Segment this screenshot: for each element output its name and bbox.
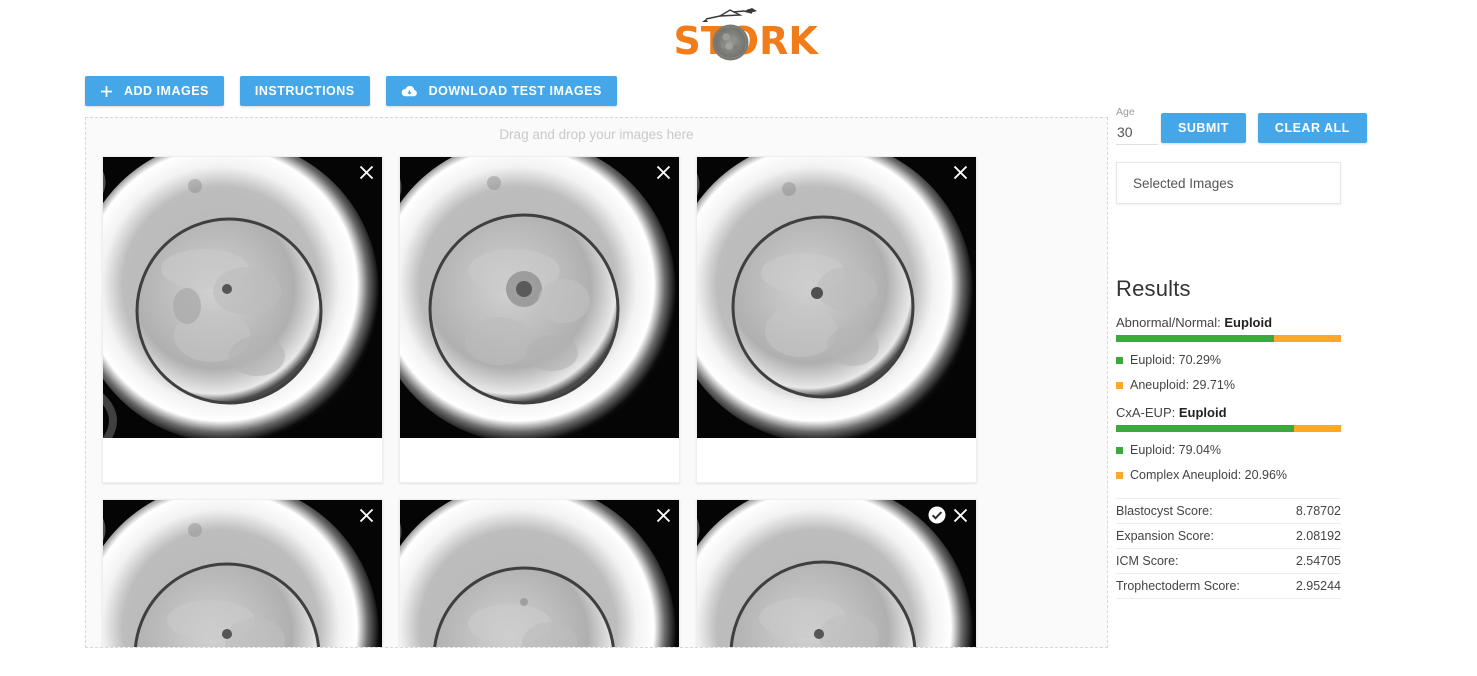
download-test-images-label: DOWNLOAD TEST IMAGES bbox=[428, 84, 602, 98]
close-icon[interactable] bbox=[950, 505, 970, 525]
legend-swatch bbox=[1116, 471, 1123, 479]
table-row: Trophectoderm Score: 2.95244 bbox=[1116, 574, 1341, 599]
result-bar-fill bbox=[1116, 335, 1275, 342]
image-grid bbox=[102, 156, 977, 647]
card-caption bbox=[697, 438, 976, 482]
right-panel: Age 30 SUBMIT CLEAR ALL Selected Images … bbox=[1116, 106, 1367, 599]
instructions-button[interactable]: INSTRUCTIONS bbox=[239, 76, 370, 106]
age-field[interactable]: Age 30 bbox=[1116, 106, 1158, 145]
result-bar-abnormal-normal bbox=[1116, 335, 1341, 342]
legend-swatch bbox=[1116, 356, 1123, 364]
legend-item: Aneuploid: 29.71% bbox=[1116, 378, 1341, 392]
app-logo: STORK bbox=[0, 6, 1477, 62]
image-card-selected[interactable] bbox=[696, 499, 977, 647]
image-dropzone[interactable]: Drag and drop your images here bbox=[85, 117, 1108, 648]
result-bar-fill bbox=[1116, 425, 1294, 432]
legend-item: Euploid: 79.04% bbox=[1116, 443, 1341, 457]
score-name: Expansion Score: bbox=[1116, 529, 1214, 543]
score-name: ICM Score: bbox=[1116, 554, 1179, 568]
legend-item: Complex Aneuploid: 20.96% bbox=[1116, 468, 1341, 482]
embryo-thumbnail[interactable] bbox=[103, 500, 382, 647]
embryo-image bbox=[400, 500, 679, 647]
image-card[interactable] bbox=[399, 499, 680, 647]
age-controls-row: Age 30 SUBMIT CLEAR ALL bbox=[1116, 106, 1367, 145]
image-card[interactable] bbox=[102, 499, 383, 647]
embryo-thumbnail[interactable] bbox=[400, 500, 679, 647]
card-caption-text bbox=[103, 438, 382, 452]
image-card[interactable] bbox=[399, 156, 680, 483]
table-row: ICM Score: 2.54705 bbox=[1116, 549, 1341, 574]
card-caption bbox=[400, 438, 679, 482]
embryo-image bbox=[103, 500, 382, 647]
plus-icon bbox=[100, 85, 113, 98]
card-caption bbox=[103, 438, 382, 482]
results-title: Results bbox=[1116, 276, 1191, 301]
dropzone-hint: Drag and drop your images here bbox=[499, 127, 694, 142]
logo-text: STORK bbox=[673, 19, 818, 63]
image-card[interactable] bbox=[696, 156, 977, 483]
legend-text: Aneuploid: 29.71% bbox=[1130, 378, 1235, 392]
embryo-image bbox=[697, 157, 976, 438]
cloud-download-icon bbox=[401, 85, 418, 98]
check-circle-icon[interactable] bbox=[928, 506, 946, 524]
table-row: Blastocyst Score: 8.78702 bbox=[1116, 498, 1341, 524]
embryo-thumbnail[interactable] bbox=[697, 500, 976, 647]
score-name: Trophectoderm Score: bbox=[1116, 579, 1240, 593]
table-row: Expansion Score: 2.08192 bbox=[1116, 524, 1341, 549]
embryo-icon bbox=[714, 27, 746, 58]
result-verdict: Euploid bbox=[1224, 315, 1273, 330]
result-bar-cxa-eup bbox=[1116, 425, 1341, 432]
close-icon[interactable] bbox=[653, 162, 673, 182]
card-caption-text bbox=[697, 438, 976, 452]
card-caption-text bbox=[400, 438, 679, 452]
toolbar: ADD IMAGES INSTRUCTIONS DOWNLOAD TEST IM… bbox=[85, 76, 617, 106]
score-value: 2.08192 bbox=[1295, 529, 1341, 543]
selected-images-label: Selected Images bbox=[1133, 175, 1234, 191]
scores-table: Blastocyst Score: 8.78702 Expansion Scor… bbox=[1116, 498, 1341, 599]
embryo-thumbnail[interactable] bbox=[697, 157, 976, 438]
result-label: CxA-EUP: bbox=[1116, 405, 1176, 420]
score-name: Blastocyst Score: bbox=[1116, 504, 1213, 518]
add-images-label: ADD IMAGES bbox=[124, 84, 209, 98]
age-label: Age bbox=[1116, 106, 1135, 118]
score-value: 8.78702 bbox=[1295, 504, 1341, 518]
download-test-images-button[interactable]: DOWNLOAD TEST IMAGES bbox=[385, 76, 617, 106]
result-verdict: Euploid bbox=[1178, 405, 1227, 420]
add-images-button[interactable]: ADD IMAGES bbox=[85, 76, 224, 106]
score-value: 2.95244 bbox=[1295, 579, 1341, 593]
close-icon[interactable] bbox=[356, 162, 376, 182]
result-label: Abnormal/Normal: bbox=[1116, 315, 1221, 330]
embryo-image bbox=[400, 157, 679, 438]
image-card[interactable] bbox=[102, 156, 383, 483]
submit-button[interactable]: SUBMIT bbox=[1161, 113, 1246, 143]
age-input[interactable]: 30 bbox=[1116, 119, 1158, 145]
clear-all-button[interactable]: CLEAR ALL bbox=[1257, 113, 1367, 143]
result-group-abnormal-normal: Abnormal/Normal: Euploid bbox=[1116, 315, 1341, 330]
embryo-image bbox=[103, 157, 382, 438]
embryo-thumbnail[interactable] bbox=[400, 157, 679, 438]
legend-text: Euploid: 70.29% bbox=[1130, 353, 1222, 367]
legend-text: Euploid: 79.04% bbox=[1130, 443, 1222, 457]
legend-swatch bbox=[1116, 446, 1123, 454]
close-icon[interactable] bbox=[356, 505, 376, 525]
result-group-cxa-eup: CxA-EUP: Euploid bbox=[1116, 405, 1341, 420]
score-value: 2.54705 bbox=[1295, 554, 1341, 568]
instructions-label: INSTRUCTIONS bbox=[254, 84, 355, 98]
legend-swatch bbox=[1116, 381, 1123, 389]
close-icon[interactable] bbox=[950, 162, 970, 182]
selected-images-card[interactable]: Selected Images bbox=[1116, 162, 1341, 204]
legend-text: Complex Aneuploid: 20.96% bbox=[1130, 468, 1288, 482]
embryo-thumbnail[interactable] bbox=[103, 157, 382, 438]
close-icon[interactable] bbox=[653, 505, 673, 525]
app-root: STORK ADD IMAGES INSTRUCTIONS DOWNLOAD T… bbox=[0, 0, 1477, 676]
legend-item: Euploid: 70.29% bbox=[1116, 353, 1341, 367]
